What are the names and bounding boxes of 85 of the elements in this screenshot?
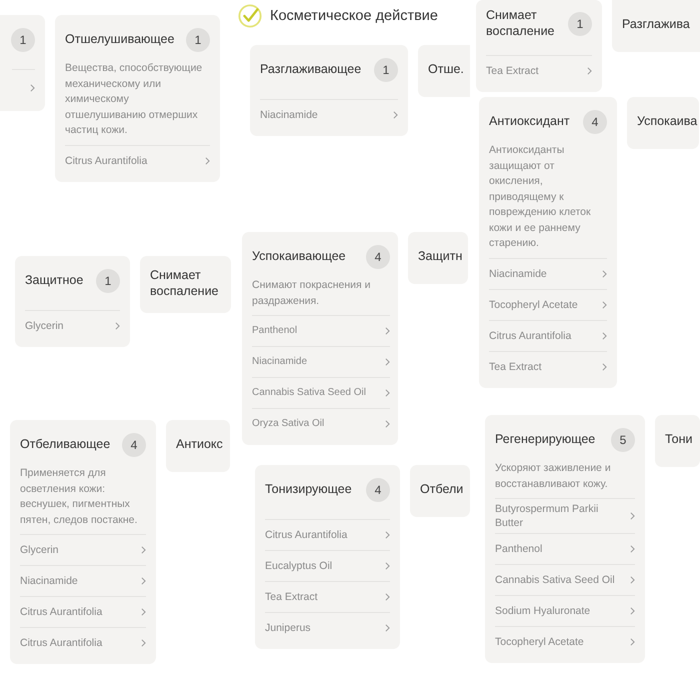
chevron-icon <box>385 358 390 366</box>
card-title: Регенерирующее <box>495 432 596 448</box>
chevron-icon <box>141 546 146 554</box>
ingredient-link[interactable]: Juniperus <box>265 612 390 643</box>
card-title: Тонизирующее <box>265 482 352 498</box>
card-description: Ускоряют заживление и восстанавливают кожу. <box>495 461 612 492</box>
count-badge: 1 <box>96 269 120 293</box>
ingredient-link[interactable]: Niacinamide <box>489 258 607 288</box>
ingredient-link[interactable]: Citrus Aurantifolia <box>65 144 210 176</box>
ingredient-link[interactable]: Cannabis Sativa Seed Oil <box>252 377 390 408</box>
chevron-icon <box>602 270 607 278</box>
chevron-icon <box>630 638 635 646</box>
ingredient-link[interactable]: Sodium Hyaluronate <box>495 595 635 626</box>
chevron-icon <box>141 577 146 585</box>
chevron-icon <box>205 156 210 164</box>
ingredient-link[interactable]: Panthenol <box>252 315 390 346</box>
chevron-icon <box>115 322 120 330</box>
count-badge: 4 <box>583 110 607 134</box>
ingredient-link[interactable]: Citrus Aurantifolia <box>20 627 146 658</box>
chevron-icon <box>385 389 390 397</box>
ingredient-link[interactable]: Tea Extract <box>489 350 607 382</box>
card-description: Вещества, способствующие механическому или химическому отшелушиванию отмерших частиц кожи. <box>65 61 204 138</box>
card-title: Защитное <box>25 273 84 289</box>
ingredient-link[interactable]: Citrus Aurantifolia <box>265 519 390 550</box>
chevron-icon <box>141 608 146 616</box>
card-title: Снимает воспаление <box>150 268 220 300</box>
card-title: Разглажива <box>622 17 690 33</box>
count-badge: 4 <box>366 478 390 502</box>
count-badge: 4 <box>122 433 146 457</box>
section-title: Косметическое действие <box>270 8 438 24</box>
chevron-icon <box>602 300 607 308</box>
card-title: Успокаивающее <box>252 249 346 265</box>
chevron-icon <box>30 84 35 92</box>
ingredient-link[interactable]: Butyrospermum Parkii Butter <box>495 498 635 533</box>
card-title: Разглаживающее <box>260 62 362 78</box>
ingredient-link[interactable]: Cannabis Sativa Seed Oil <box>495 564 635 595</box>
card-description: Применяется для осветления кожи: веснушек, пигментных пятен, следов постакне. <box>20 466 138 528</box>
chevron-icon <box>602 362 607 370</box>
card-title: Отбели <box>420 482 464 498</box>
card-title: Тони <box>665 432 692 448</box>
card-title: Снимает воспаление <box>486 8 556 40</box>
chevron-icon <box>385 593 390 601</box>
chevron-icon <box>385 420 390 428</box>
count-badge: 5 <box>611 428 635 452</box>
check-icon <box>238 4 262 28</box>
chevron-icon <box>602 332 607 340</box>
ingredient-link[interactable]: Glycerin <box>25 310 120 341</box>
chevron-icon <box>385 562 390 570</box>
count-badge: 1 <box>374 58 398 82</box>
count-badge: 4 <box>366 245 390 269</box>
count-badge: 1 <box>186 28 210 52</box>
card-title: Защитн <box>418 249 462 265</box>
ingredient-link[interactable]: Oryza Sativa Oil <box>252 408 390 439</box>
ingredient-link[interactable]: Niacinamide <box>260 99 398 130</box>
card-title: Отше. <box>428 62 464 78</box>
chevron-icon <box>630 607 635 615</box>
chevron-icon <box>385 531 390 539</box>
chevron-icon <box>630 576 635 584</box>
ingredient-link[interactable]: Tocopheryl Acetate <box>495 626 635 657</box>
chevron-icon <box>630 545 635 553</box>
card-title: Отшелушивающее <box>65 32 174 48</box>
chevron-icon <box>385 327 390 335</box>
chevron-icon <box>141 639 146 647</box>
ingredient-link[interactable]: Glycerin <box>20 534 146 565</box>
chevron-icon <box>385 624 390 632</box>
ingredient-link[interactable]: Tocopheryl Acetate <box>489 288 607 320</box>
ingredient-link[interactable]: Panthenol <box>495 533 635 564</box>
chevron-icon <box>587 67 592 76</box>
chevron-icon <box>393 111 398 119</box>
card-title: Антиоксидант <box>489 114 570 130</box>
card-description: Снимают покраснения и раздражения. <box>252 278 372 308</box>
ingredient-link[interactable]: Tea Extract <box>486 55 592 86</box>
count-badge: 1 <box>11 28 35 52</box>
count-badge: 1 <box>568 12 592 36</box>
card-title: Отбеливающее <box>20 437 110 453</box>
ingredient-link[interactable]: Citrus Aurantifolia <box>20 596 146 627</box>
ingredient-link[interactable]: Niacinamide <box>252 346 390 377</box>
ingredient-link[interactable]: Niacinamide <box>20 565 146 596</box>
ingredient-link[interactable]: Citrus Aurantifolia <box>489 320 607 350</box>
ingredient-link[interactable]: Tea Extract <box>265 581 390 612</box>
chevron-icon <box>630 512 635 520</box>
ingredient-link[interactable]: Eucalyptus Oil <box>265 550 390 581</box>
card-description: Антиоксиданты защищают от окисления, приводящему к повреждению клеток кожи и ее раннему старению. <box>489 143 592 251</box>
card-title: Успокаива <box>637 114 698 130</box>
card-title: Антиокс <box>176 437 223 453</box>
